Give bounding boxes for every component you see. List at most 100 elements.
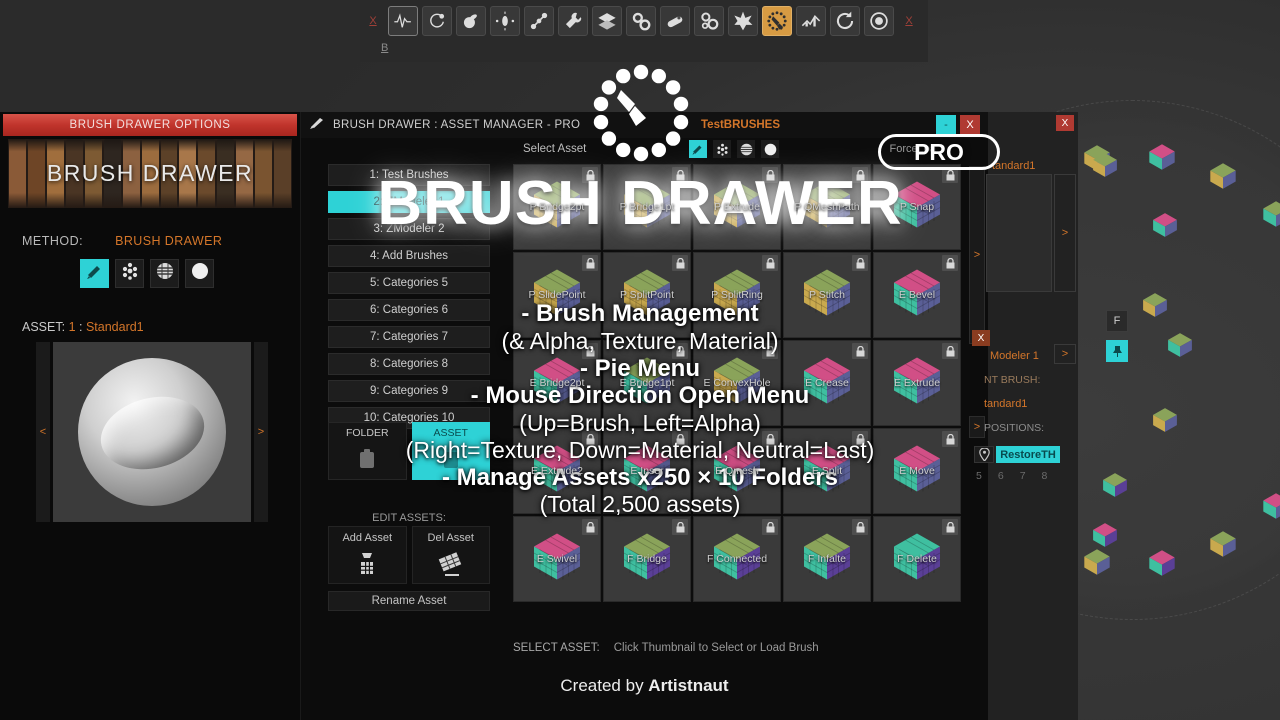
alpha-mode[interactable] [115,259,144,288]
lock-icon[interactable] [762,519,778,535]
toolbar-rotate-icon[interactable] [422,6,452,36]
thumbnail-label: P Extrude [714,201,760,213]
credit-prefix: Created by [560,676,649,695]
promo-line: (Total 2,500 assets) [539,491,741,518]
toolbar-target-icon[interactable] [864,6,894,36]
thumbnail-label: P SplitPoint [619,289,675,301]
texture-icon [156,262,174,285]
material-type-icon[interactable] [761,140,779,158]
ring-cube-thumb[interactable] [1146,547,1176,577]
credit-line: Created by Artistnaut [301,676,988,696]
lock-icon[interactable] [942,255,958,271]
asset-type-icon-group [689,140,779,158]
pro-badge: PRO [878,134,1000,170]
thumbnail-label: P QMeshPath [794,201,860,213]
ring-cube-thumb[interactable] [1146,141,1176,171]
close-button[interactable]: X [960,115,980,135]
alpha-type-icon[interactable] [713,140,731,158]
lock-icon[interactable] [582,255,598,271]
brush-drawer-logo [588,60,694,166]
rename-asset-button[interactable]: Rename Asset [328,591,490,611]
window-footer: SELECT ASSET: Click Thumbnail to Select … [513,642,819,654]
toolbar-brush-drawer-icon[interactable] [762,6,792,36]
category-item-4[interactable]: 4: Add Brushes [328,245,490,267]
lock-icon[interactable] [762,255,778,271]
app-root: X X B BRUSH DRAWER OPTIONS BRUSH DRAWER … [0,0,1280,720]
material-mode[interactable] [185,259,214,288]
grid-scroll-arrow[interactable]: > [970,249,984,261]
thumbnail-label: F Connected [706,553,768,565]
del-asset-button[interactable]: Del Asset [411,526,490,584]
category-item-5[interactable]: 5: Categories 5 [328,272,490,294]
toolbar-right-close[interactable]: X [896,6,922,36]
options-panel-title: BRUSH DRAWER OPTIONS [3,114,297,136]
project-name: TestBRUSHES [701,119,781,131]
toolbar-capsule-icon[interactable] [660,6,690,36]
edit-asset-buttons: Add Asset Del Asset [328,526,490,584]
asset-thumbnail[interactable]: E Swivel [513,516,601,602]
right-panel-close[interactable]: X [1056,115,1074,131]
ring-cube-thumb[interactable] [1090,520,1120,550]
texture-type-icon[interactable] [737,140,755,158]
toolbar-chain-icon[interactable] [524,6,554,36]
thumbnail-label: E Extrude [893,377,941,389]
promo-line: (Right=Texture, Down=Material, Neutral=L… [405,436,875,463]
thumbnail-label: E Bevel [898,289,936,301]
thumbnail-label: E Bridge2pt [529,377,585,389]
lock-icon[interactable] [582,519,598,535]
thumbnail-label: E Inser [630,465,664,477]
brush-icon [85,261,105,286]
toolbar-b-label[interactable]: B [381,42,388,54]
toolbar-stroke-icon[interactable] [388,6,418,36]
promo-line: - Brush Management [521,300,759,327]
thumbnail-label: E ConvexHole [703,377,771,389]
category-label: 5: Categories 5 [370,277,448,289]
lock-icon[interactable] [672,519,688,535]
thumbnail-label: E Swivel [536,553,578,565]
thumbnail-label: P Snap [899,201,935,213]
toolbar-undo-icon[interactable] [830,6,860,36]
add-asset-icon [329,551,406,584]
add-asset-button[interactable]: Add Asset [328,526,407,584]
asset-thumbnail[interactable]: F Connected [693,516,781,602]
material-sphere-icon [191,262,209,285]
brush-mode[interactable] [80,259,109,288]
lock-icon[interactable] [852,255,868,271]
thumbnail-label: E Split [811,465,843,477]
lock-icon[interactable] [942,519,958,535]
thumbnail-label: E Qmesh [715,465,759,477]
toolbar-symmetry-icon[interactable] [490,6,520,36]
toolbar-link-icon[interactable] [626,6,656,36]
alpha-icon [121,262,139,285]
minimize-button[interactable]: - [936,115,956,135]
thumbnail-label: P Stitch [809,289,845,301]
thumbnail-label: F Delete [897,553,937,565]
lock-icon[interactable] [852,519,868,535]
credit-name: Artistnaut [648,676,729,695]
thumbnail-label: P SplitRing [711,289,763,301]
asset-thumbnail[interactable]: F Infalte [783,516,871,602]
texture-mode[interactable] [150,259,179,288]
window-title: BRUSH DRAWER : ASSET MANAGER - PRO [333,119,581,131]
lock-icon[interactable] [672,255,688,271]
del-asset-label: Del Asset [427,532,474,544]
toolbar-left-close[interactable]: X [360,6,386,36]
toolbar-gears-icon[interactable] [694,6,724,36]
add-asset-label: Add Asset [342,532,393,544]
thumbnail-label: P Bridge1pt [619,201,675,213]
toolbar-graph-icon[interactable] [796,6,826,36]
asset-thumbnail[interactable]: F Bridge [603,516,691,602]
footer-key: SELECT ASSET: [513,642,600,654]
thumbnail-label: F Infalte [808,553,846,565]
toolbar-material-icon[interactable] [456,6,486,36]
toolbar-wrench-icon[interactable] [558,6,588,36]
ring-cube-thumb[interactable] [1081,546,1111,576]
toolbar-layers-icon[interactable] [592,6,622,36]
brush-icon [309,116,325,135]
promo-line: (& Alpha, Texture, Material) [501,327,779,354]
thumbnail-label: E Bridge1pt [619,377,675,389]
ring-cube-thumb[interactable] [1207,528,1237,558]
toolbar-star-icon[interactable] [728,6,758,36]
asset-thumbnail[interactable]: F Delete [873,516,961,602]
thumbnail-row: E Swivel F Bridge F Connected F Infalte F De… [513,516,965,602]
